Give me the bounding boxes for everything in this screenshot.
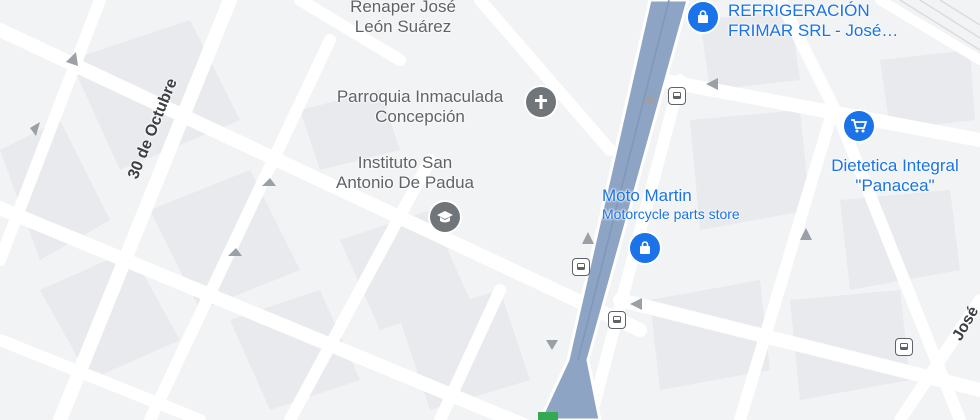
bus-stop-icon[interactable] xyxy=(895,338,913,356)
place-label-renaper[interactable]: Renaper José León Suárez xyxy=(318,0,488,37)
place-label-renaper-line1: Renaper José xyxy=(350,0,456,16)
place-label-dietetica[interactable]: Dietetica Integral "Panacea" xyxy=(810,156,980,196)
bus-stop-icon[interactable] xyxy=(608,311,626,329)
place-label-moto-martin[interactable]: Moto Martin Motorcycle parts store xyxy=(588,186,788,222)
church-icon[interactable] xyxy=(526,87,556,117)
bus-stop-icon[interactable] xyxy=(572,258,590,276)
map-canvas[interactable]: 30 de Octubre José Renaper José León Suá… xyxy=(0,0,980,420)
place-label-parroquia-line2: Concepción xyxy=(375,107,465,126)
moto-martin-name: Moto Martin xyxy=(602,186,692,205)
bus-stop-icon[interactable] xyxy=(668,87,686,105)
shopping-cart-icon[interactable] xyxy=(844,111,874,141)
shopping-bag-icon[interactable] xyxy=(688,2,718,32)
place-label-parroquia-line1: Parroquia Inmaculada xyxy=(336,87,504,106)
place-label-instituto-line1: Instituto San xyxy=(357,153,453,172)
place-label-renaper-line2: León Suárez xyxy=(354,17,452,36)
place-label-refrigeracion-line1: REFRIGERACIÓN xyxy=(728,1,870,20)
place-label-refrigeracion-line2: FRIMAR SRL - José… xyxy=(728,21,899,40)
graduation-cap-icon[interactable] xyxy=(430,202,460,232)
place-label-instituto[interactable]: Instituto San Antonio De Padua xyxy=(310,153,500,193)
map-base-layer xyxy=(0,0,980,420)
place-label-dietetica-line2: "Panacea" xyxy=(855,176,935,195)
shopping-bag-icon[interactable] xyxy=(630,233,660,263)
place-label-refrigeracion[interactable]: REFRIGERACIÓN FRIMAR SRL - José… xyxy=(728,1,898,41)
place-label-dietetica-line1: Dietetica Integral xyxy=(831,156,959,175)
place-label-parroquia[interactable]: Parroquia Inmaculada Concepción xyxy=(300,87,540,127)
moto-martin-category: Motorcycle parts store xyxy=(602,206,740,222)
place-label-instituto-line2: Antonio De Padua xyxy=(336,173,474,192)
